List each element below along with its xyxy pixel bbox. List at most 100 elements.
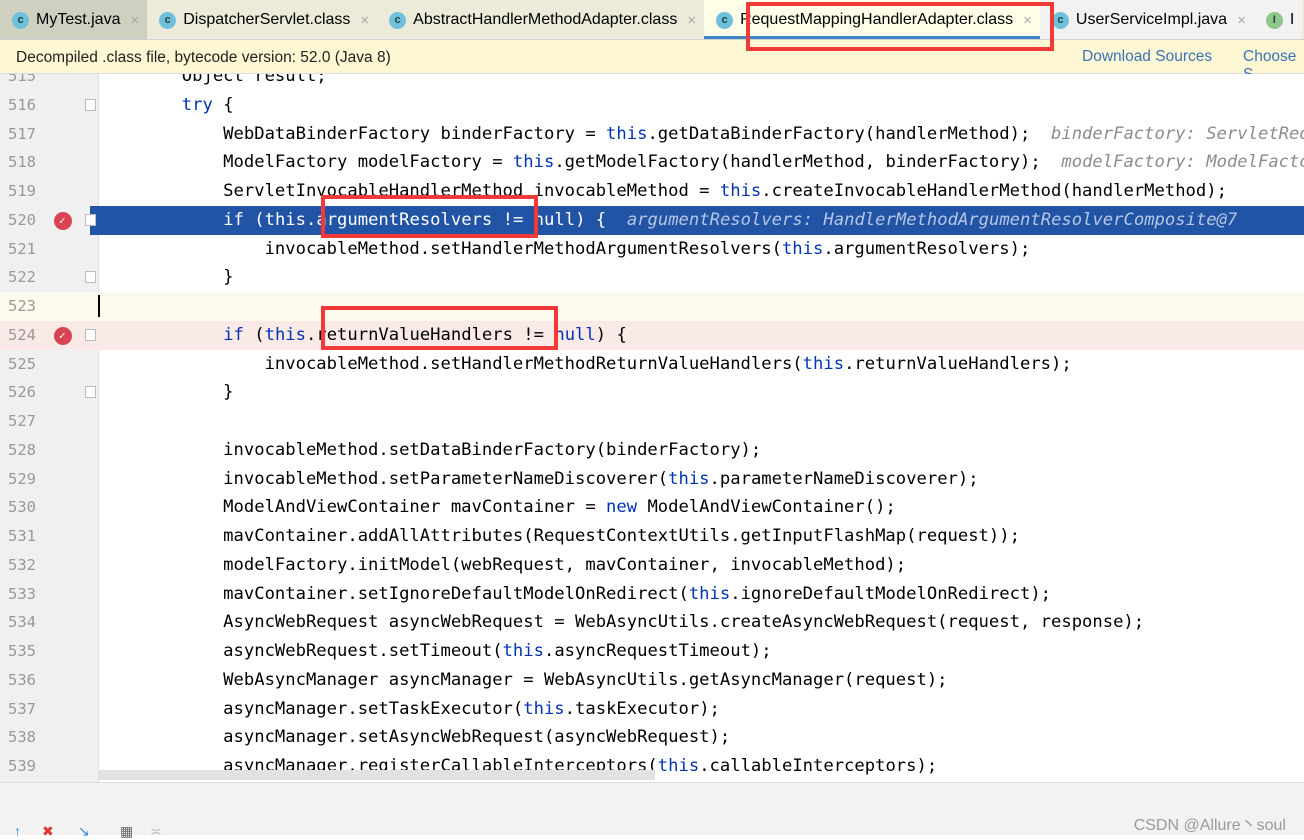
code-text: AsyncWebRequest asyncWebRequest = WebAsy… xyxy=(99,608,1144,637)
editor-tabs: c MyTest.java × c DispatcherServlet.class × c A… xyxy=(0,0,1304,40)
code-token: if xyxy=(223,209,244,230)
code-token: ModelAndViewContainer(); xyxy=(637,497,896,518)
inline-debug-value: argumentResolvers: HandlerMethodArgument… xyxy=(626,209,1238,230)
code-line: 534 AsyncWebRequest asyncWebRequest = We… xyxy=(0,608,1304,637)
code-token: { xyxy=(212,94,234,115)
code-token: mavContainer.setIgnoreDefaultModelOnRedi… xyxy=(99,583,689,604)
interface-icon: I xyxy=(1265,11,1283,29)
code-text: invocableMethod.setDataBinderFactory(bin… xyxy=(99,436,761,465)
code-line: 521 invocableMethod.setHandlerMethodArgu… xyxy=(0,235,1304,264)
tab-5[interactable]: II xyxy=(1253,0,1303,39)
step-down-icon[interactable]: ↘ xyxy=(78,823,90,840)
highlight-box-argument-resolvers xyxy=(321,195,538,238)
tab-0[interactable]: c MyTest.java × xyxy=(0,0,148,39)
highlight-box-return-value-handlers xyxy=(321,306,558,350)
step-up-icon[interactable]: ↑ xyxy=(14,823,21,839)
code-line: 520 if (this.argumentResolvers != null) … xyxy=(0,205,1304,235)
code-text: ModelAndViewContainer mavContainer = new… xyxy=(99,493,896,522)
download-sources-link[interactable]: Download Sources xyxy=(1082,48,1212,66)
code-token: this xyxy=(606,123,648,144)
code-token: } xyxy=(99,382,234,403)
code-text: ModelFactory modelFactory = this.getMode… xyxy=(99,148,1304,177)
code-token: WebDataBinderFactory binderFactory = xyxy=(99,123,607,144)
tab-label: I xyxy=(1289,11,1295,28)
code-token: .ignoreDefaultModelOnRedirect); xyxy=(730,583,1052,604)
watermark: CSDN @Allure丶soul xyxy=(1133,817,1286,834)
line-number: 516 xyxy=(8,95,36,114)
code-text: modelFactory.initModel(webRequest, mavCo… xyxy=(99,551,906,580)
code-line: 529 invocableMethod.setParameterNameDisc… xyxy=(0,465,1304,494)
code-text: Object result; xyxy=(99,74,327,91)
java-class-icon: c xyxy=(12,11,29,29)
code-line: 533 mavContainer.setIgnoreDefaultModelOn… xyxy=(0,580,1304,609)
line-number: 528 xyxy=(8,440,36,459)
code-token: this xyxy=(802,353,845,374)
code-line: 537 asyncManager.setTaskExecutor(this.ta… xyxy=(0,695,1304,724)
settings-icon[interactable]: ≍ xyxy=(150,823,162,840)
tab-2[interactable]: c AbstractHandlerMethodAdapter.class × xyxy=(377,0,704,39)
breakpoint-icon[interactable] xyxy=(54,206,72,235)
line-number: 521 xyxy=(8,239,36,258)
code-token: this xyxy=(264,324,306,345)
code-text: asyncManager.setAsyncWebRequest(asyncWeb… xyxy=(99,723,730,752)
code-text: invocableMethod.setParameterNameDiscover… xyxy=(99,465,978,494)
line-number: 523 xyxy=(8,297,36,315)
fold-icon[interactable] xyxy=(85,98,96,111)
code-token: invocableMethod.setHandlerMethodReturnVa… xyxy=(99,353,803,374)
code-line: 528 invocableMethod.setDataBinderFactory… xyxy=(0,436,1304,465)
code-token: } xyxy=(99,267,234,288)
code-text: } xyxy=(99,263,234,292)
code-token: null xyxy=(554,324,596,345)
horizontal-scrollbar[interactable] xyxy=(99,770,655,780)
text-caret xyxy=(98,295,100,317)
code-token: .asyncRequestTimeout); xyxy=(543,641,772,661)
tab-label: DispatcherServlet.class xyxy=(183,11,351,28)
code-token: .returnValueHandlers); xyxy=(844,353,1072,374)
code-text: invocableMethod.setHandlerMethodArgument… xyxy=(99,235,1031,264)
code-token: this xyxy=(512,152,555,173)
code-token: this xyxy=(264,209,306,230)
code-token: ( xyxy=(243,324,265,345)
fold-icon[interactable] xyxy=(85,271,96,284)
fold-icon[interactable] xyxy=(85,386,96,399)
code-line: 515 Object result; xyxy=(0,74,1304,91)
code-line: 525 invocableMethod.setHandlerMethodRetu… xyxy=(0,350,1304,379)
line-number: 517 xyxy=(8,124,36,143)
line-number: 522 xyxy=(8,268,36,287)
line-number: 530 xyxy=(8,498,36,517)
calculator-icon[interactable]: ▦ xyxy=(120,823,133,840)
code-token: .getModelFactory(handlerMethod, binderFa… xyxy=(554,152,1062,173)
highlight-box-tab xyxy=(746,2,1054,51)
code-line: 536 WebAsyncManager asyncManager = WebAs… xyxy=(0,666,1304,695)
tab-label: UserServiceImpl.java xyxy=(1075,11,1228,28)
code-token: this xyxy=(657,756,700,776)
class-icon: c xyxy=(159,11,177,29)
close-icon[interactable]: × xyxy=(1237,12,1246,29)
code-token: if xyxy=(223,324,244,345)
tab-4[interactable]: c UserServiceImpl.java × xyxy=(1039,0,1254,39)
fold-icon[interactable] xyxy=(85,213,96,226)
line-number: 535 xyxy=(8,642,36,660)
tab-label: AbstractHandlerMethodAdapter.class xyxy=(413,11,678,28)
tab-1[interactable]: c DispatcherServlet.class × xyxy=(147,0,377,39)
class-icon: c xyxy=(389,11,407,29)
code-editor[interactable]: 515 Object result; 516 try {517 WebDataBi… xyxy=(0,74,1304,782)
code-token: this xyxy=(781,238,824,259)
restore-icon[interactable]: ✖ xyxy=(42,823,54,840)
line-number: 529 xyxy=(8,469,36,488)
line-number: 515 xyxy=(8,74,36,85)
code-token: this xyxy=(688,583,731,604)
close-icon[interactable]: × xyxy=(130,12,139,29)
code-line: 519 ServletInvocableHandlerMethod invoca… xyxy=(0,177,1304,206)
line-number: 525 xyxy=(8,354,36,373)
fold-icon[interactable] xyxy=(85,328,96,341)
breakpoint-icon[interactable] xyxy=(54,321,72,350)
close-icon[interactable]: × xyxy=(360,12,369,29)
code-token: Object result; xyxy=(99,74,327,86)
close-icon[interactable]: × xyxy=(687,12,696,29)
inline-debug-value: modelFactory: ModelFactory xyxy=(1061,152,1304,173)
line-number: 524 xyxy=(8,325,36,344)
code-text: mavContainer.setIgnoreDefaultModelOnRedi… xyxy=(99,580,1051,609)
